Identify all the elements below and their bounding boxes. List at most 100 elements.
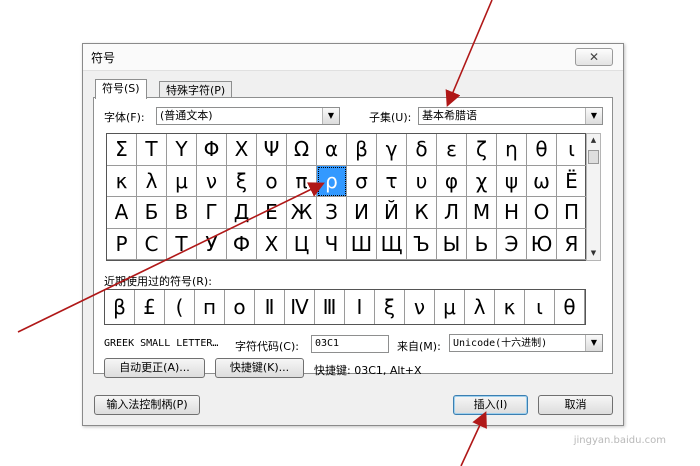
close-button[interactable]: ✕ [575, 48, 613, 66]
recent-symbol-cell[interactable]: β [105, 290, 135, 324]
ime-control-button[interactable]: 输入法控制柄(P) [94, 395, 200, 415]
symbol-cell[interactable]: λ [137, 165, 167, 197]
symbol-cell[interactable]: Р [107, 228, 137, 260]
symbol-cell[interactable]: ψ [497, 165, 527, 197]
symbol-cell[interactable]: З [317, 197, 347, 229]
symbol-cell[interactable]: Ё [557, 165, 587, 197]
symbol-cell[interactable]: ο [257, 165, 287, 197]
subset-select[interactable]: 基本希腊语 ▼ [418, 107, 603, 125]
symbol-cell[interactable]: Л [437, 197, 467, 229]
recent-symbol-cell[interactable]: ι [525, 290, 555, 324]
chevron-down-icon[interactable]: ▼ [585, 108, 602, 124]
symbol-cell[interactable]: ε [437, 134, 467, 166]
recent-symbols[interactable]: β £(п о Ⅱ Ⅳ Ⅲ Ιξ ν μ λ κ ι θ [104, 289, 586, 325]
symbol-cell[interactable]: ι [557, 134, 587, 166]
recent-symbol-cell[interactable]: Ⅳ [285, 290, 315, 324]
symbol-cell[interactable]: μ [167, 165, 197, 197]
symbol-cell[interactable]: β [347, 134, 377, 166]
symbol-cell[interactable]: Х [257, 228, 287, 260]
symbol-cell[interactable]: Щ [377, 228, 407, 260]
symbol-cell[interactable]: Ч [317, 228, 347, 260]
recent-symbol-cell[interactable]: Ⅲ [315, 290, 345, 324]
symbol-cell[interactable]: ω [527, 165, 557, 197]
tab-symbols[interactable]: 符号(S) [95, 79, 147, 99]
tab-special-chars[interactable]: 特殊字符(P) [159, 81, 233, 98]
symbol-cell[interactable]: Τ [137, 134, 167, 166]
symbol-cell[interactable]: Ω [287, 134, 317, 166]
symbol-cell[interactable]: Ψ [257, 134, 287, 166]
symbol-cell[interactable]: К [407, 197, 437, 229]
symbol-cell[interactable]: С [137, 228, 167, 260]
symbol-cell[interactable]: ν [197, 165, 227, 197]
symbol-cell[interactable]: В [167, 197, 197, 229]
symbol-cell[interactable]: ξ [227, 165, 257, 197]
symbol-cell[interactable]: Ж [287, 197, 317, 229]
symbol-cell[interactable]: Г [197, 197, 227, 229]
symbol-cell[interactable]: σ [347, 165, 377, 197]
recent-symbol-cell[interactable]: ξ [375, 290, 405, 324]
symbol-cell[interactable]: υ [407, 165, 437, 197]
recent-symbol-cell[interactable]: μ [435, 290, 465, 324]
scroll-up-icon[interactable]: ▲ [587, 134, 600, 147]
symbol-cell[interactable]: П [557, 197, 587, 229]
symbol-cell[interactable]: Ь [467, 228, 497, 260]
symbol-cell[interactable]: Д [227, 197, 257, 229]
symbol-cell[interactable]: Я [557, 228, 587, 260]
symbol-cell[interactable]: π [287, 165, 317, 197]
symbol-cell[interactable]: Н [497, 197, 527, 229]
symbol-cell[interactable]: κ [107, 165, 137, 197]
char-code-input[interactable]: 03C1 [311, 335, 389, 353]
symbol-grid[interactable]: ΣΤΥΦΧΨΩαβγδεζηθι κλμνξοπρστυφχψωЁ АБВГДЕЖЗ… [106, 133, 587, 261]
insert-button[interactable]: 插入(I) [453, 395, 528, 415]
symbol-cell[interactable]: η [497, 134, 527, 166]
symbol-cell[interactable]: А [107, 197, 137, 229]
recent-symbol-cell[interactable]: λ [465, 290, 495, 324]
recent-symbol-cell[interactable]: ( [165, 290, 195, 324]
symbol-cell[interactable]: Υ [167, 134, 197, 166]
recent-symbol-cell[interactable]: Ⅱ [255, 290, 285, 324]
symbol-cell[interactable]: φ [437, 165, 467, 197]
chevron-down-icon[interactable]: ▼ [322, 108, 339, 124]
symbol-cell[interactable]: Ы [437, 228, 467, 260]
scroll-thumb[interactable] [588, 150, 599, 164]
symbol-cell[interactable]: δ [407, 134, 437, 166]
symbol-cell[interactable]: Χ [227, 134, 257, 166]
symbol-cell[interactable]: М [467, 197, 497, 229]
symbol-cell[interactable]: Ш [347, 228, 377, 260]
symbol-cell[interactable]: Й [377, 197, 407, 229]
autocorrect-button[interactable]: 自动更正(A)... [104, 358, 205, 378]
symbol-cell[interactable]: У [197, 228, 227, 260]
symbol-cell[interactable]: Е [257, 197, 287, 229]
shortcut-key-button[interactable]: 快捷键(K)... [215, 358, 304, 378]
symbol-cell[interactable]: θ [527, 134, 557, 166]
symbol-grid-scrollbar[interactable]: ▲ ▼ [586, 133, 601, 261]
chevron-down-icon[interactable]: ▼ [585, 335, 602, 351]
symbol-cell[interactable]: ρ [317, 165, 347, 197]
recent-symbol-cell[interactable]: £ [135, 290, 165, 324]
symbol-cell[interactable]: τ [377, 165, 407, 197]
symbol-cell[interactable]: Φ [197, 134, 227, 166]
symbol-cell[interactable]: Б [137, 197, 167, 229]
symbol-cell[interactable]: Ю [527, 228, 557, 260]
recent-symbol-cell[interactable]: θ [555, 290, 585, 324]
symbol-cell[interactable]: Т [167, 228, 197, 260]
recent-symbol-cell[interactable]: Ι [345, 290, 375, 324]
symbol-cell[interactable]: И [347, 197, 377, 229]
symbol-cell[interactable]: Σ [107, 134, 137, 166]
scroll-down-icon[interactable]: ▼ [587, 247, 600, 260]
symbol-cell[interactable]: α [317, 134, 347, 166]
cancel-button[interactable]: 取消 [538, 395, 613, 415]
recent-symbol-cell[interactable]: κ [495, 290, 525, 324]
recent-symbol-cell[interactable]: о [225, 290, 255, 324]
symbol-cell[interactable]: γ [377, 134, 407, 166]
recent-symbol-cell[interactable]: п [195, 290, 225, 324]
symbol-cell[interactable]: χ [467, 165, 497, 197]
symbol-cell[interactable]: Э [497, 228, 527, 260]
symbol-cell[interactable]: О [527, 197, 557, 229]
font-select[interactable]: (普通文本) ▼ [156, 107, 340, 125]
from-select[interactable]: Unicode(十六进制) ▼ [449, 334, 603, 352]
symbol-cell[interactable]: Ъ [407, 228, 437, 260]
symbol-cell[interactable]: Ц [287, 228, 317, 260]
symbol-cell[interactable]: ζ [467, 134, 497, 166]
recent-symbol-cell[interactable]: ν [405, 290, 435, 324]
